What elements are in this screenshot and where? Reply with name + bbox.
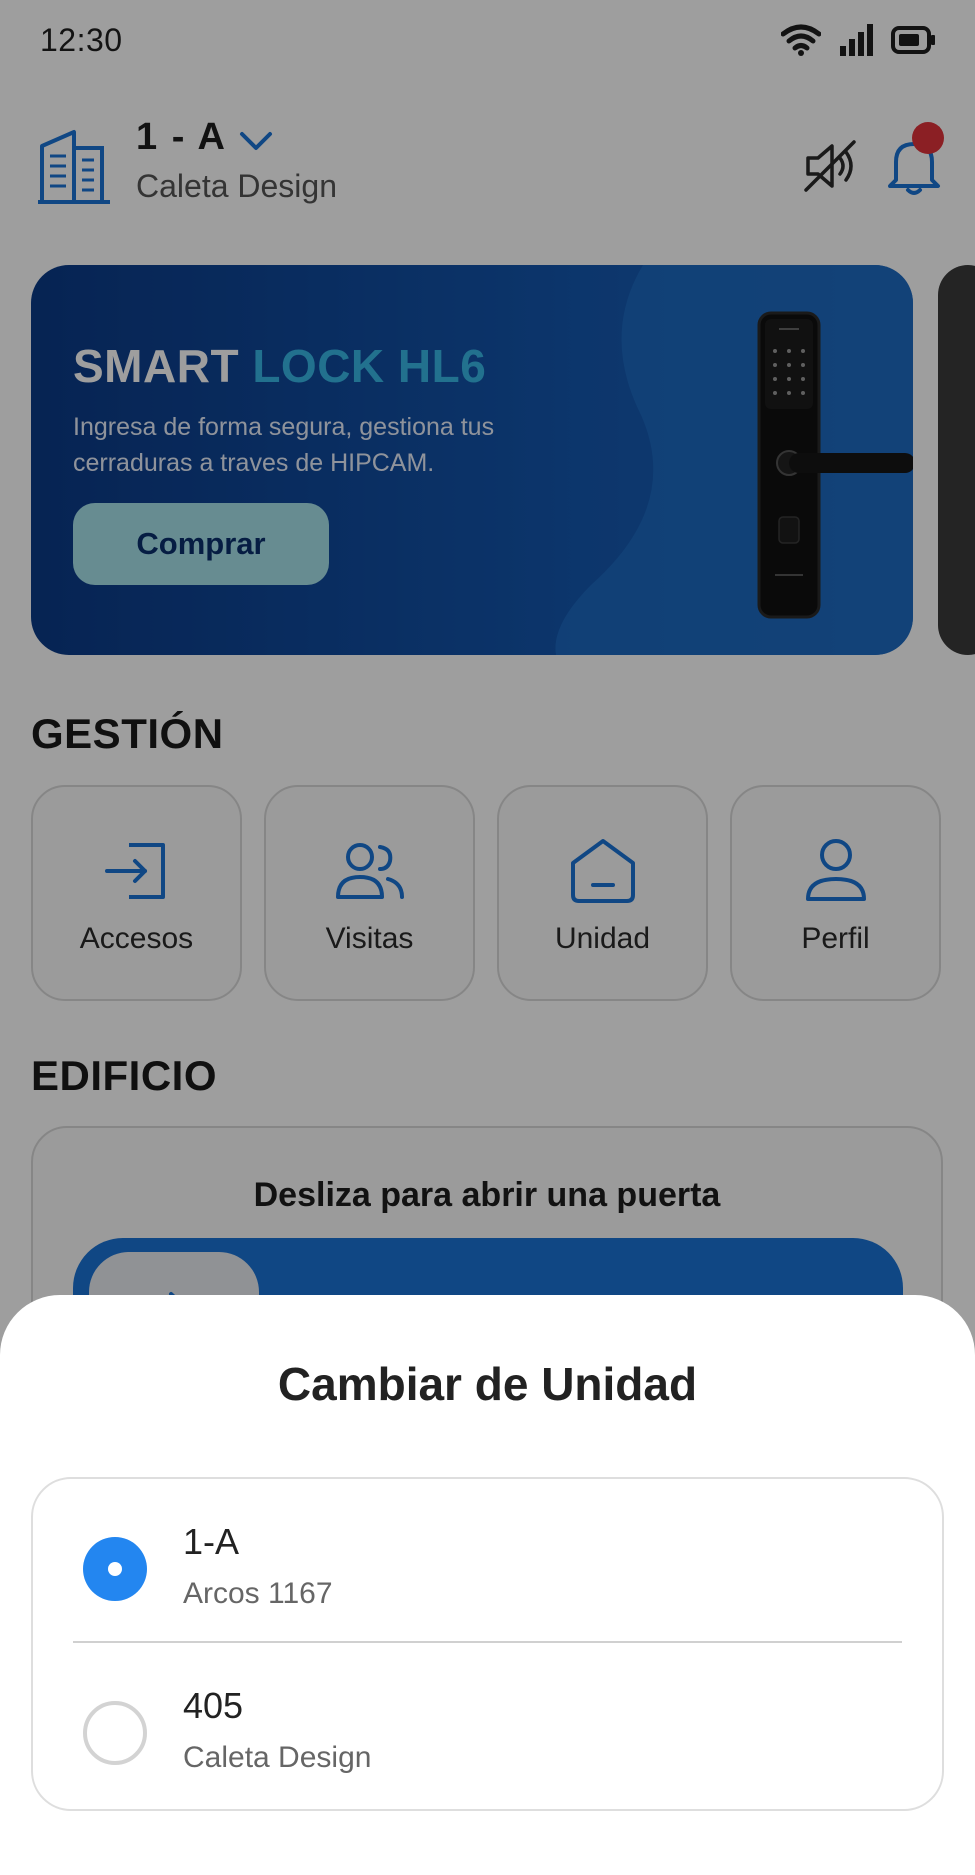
unit-option-405[interactable]: 405 Caleta Design <box>33 1643 946 1803</box>
radio-selected[interactable] <box>83 1537 147 1601</box>
option-building: Caleta Design <box>183 1741 372 1774</box>
app-screen: 12:30 1 - A Caleta Design SMART LOCK HL6… <box>0 0 975 1875</box>
radio-dot <box>108 1562 122 1576</box>
sheet-title: Cambiar de Unidad <box>277 1358 698 1410</box>
change-unit-sheet: Cambiar de Unidad 1-A Arcos 1167 405 Cal… <box>0 1295 975 1875</box>
unit-option-1a[interactable]: 1-A Arcos 1167 <box>33 1479 946 1639</box>
unit-list: 1-A Arcos 1167 405 Caleta Design <box>31 1477 944 1811</box>
option-building: Arcos 1167 <box>183 1577 333 1610</box>
option-unit: 1-A <box>183 1521 240 1562</box>
option-unit: 405 <box>183 1685 244 1726</box>
radio-unselected[interactable] <box>83 1701 147 1765</box>
